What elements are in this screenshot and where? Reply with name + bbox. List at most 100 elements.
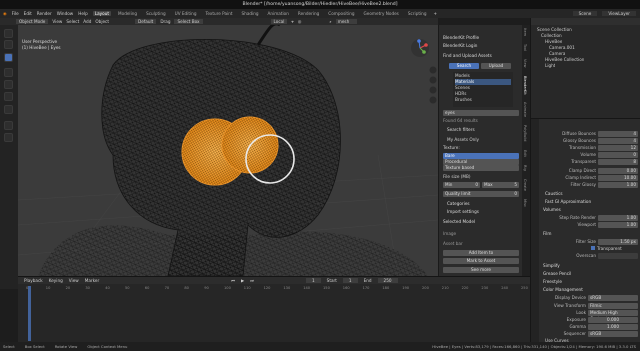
- viewlayer-selector[interactable]: ViewLayer: [602, 11, 636, 16]
- see-more-button[interactable]: See more: [443, 267, 519, 273]
- simplify-section[interactable]: Simplify: [543, 263, 560, 269]
- transparent-checkbox[interactable]: Transparent: [591, 246, 622, 252]
- jump-end-icon[interactable]: ⏭: [250, 278, 254, 283]
- clamp-indirect-field[interactable]: 10.00: [598, 175, 638, 181]
- tab-tool[interactable]: Tool: [523, 44, 527, 51]
- viewport-canvas[interactable]: User Perspective (1) HiveBee | Eyes: [18, 25, 438, 276]
- menu-window[interactable]: Window: [57, 11, 74, 16]
- volume-field[interactable]: 0: [598, 152, 638, 158]
- outliner-item-light[interactable]: Light: [545, 63, 555, 69]
- select-box-selector[interactable]: Select Box: [174, 19, 203, 24]
- annotate-tool-icon[interactable]: [4, 121, 13, 130]
- filter-glossy-field[interactable]: 1.00: [598, 182, 638, 188]
- grease-pencil-section[interactable]: Grease Pencil: [543, 271, 571, 277]
- tab-create[interactable]: Create: [523, 179, 527, 191]
- menu-file[interactable]: File: [12, 11, 19, 16]
- step-rate-render-field[interactable]: 1.00: [598, 215, 638, 221]
- pivot-selector[interactable]: Local: [270, 19, 288, 24]
- exposure-field[interactable]: 0.000: [588, 317, 638, 323]
- blender-logo-icon[interactable]: ◉: [3, 11, 7, 16]
- workspace-tab-rendering[interactable]: Rendering: [296, 11, 321, 16]
- search-filters-section[interactable]: Search filters: [447, 127, 475, 133]
- gamma-field[interactable]: 1.000: [588, 324, 638, 330]
- pan-view-icon[interactable]: [429, 76, 437, 84]
- clamp-direct-field[interactable]: 0.00: [598, 168, 638, 174]
- tab-misc[interactable]: Misc: [523, 199, 527, 207]
- jump-start-icon[interactable]: ⏮: [231, 278, 235, 283]
- add-workspace-button[interactable]: +: [434, 11, 438, 16]
- quality-limit-field[interactable]: Quality limit 0: [443, 191, 519, 197]
- timeline-menu-keying[interactable]: Keying: [49, 278, 63, 283]
- film-section[interactable]: Film: [543, 231, 552, 237]
- workspace-tab-texture-paint[interactable]: Texture Paint: [204, 11, 235, 16]
- workspace-tab-animation[interactable]: Animation: [266, 11, 291, 16]
- timeline-ruler[interactable]: 0102030405060708090100110120130140150160…: [26, 286, 528, 292]
- selected-model-section[interactable]: Selected Model: [443, 219, 475, 225]
- my-assets-checkbox[interactable]: My Assets Only: [447, 137, 517, 143]
- viewport-menu-view[interactable]: View: [52, 19, 62, 24]
- asset-search-input[interactable]: eyes: [443, 110, 519, 116]
- display-device-select[interactable]: sRGB: [588, 295, 638, 301]
- viewport-menu-object[interactable]: Object: [95, 19, 109, 24]
- current-frame-field[interactable]: 1: [305, 278, 321, 283]
- navigation-gizmo-icon[interactable]: [411, 39, 429, 57]
- mark-asset-button[interactable]: Mark to Asset: [443, 258, 519, 264]
- camera-view-icon[interactable]: [429, 86, 437, 94]
- categories-section[interactable]: Categories: [447, 201, 470, 207]
- end-frame-field[interactable]: 250: [377, 278, 398, 283]
- menu-help[interactable]: Help: [78, 11, 88, 16]
- workspace-tab-shading[interactable]: Shading: [240, 11, 261, 16]
- drag-tool[interactable]: Drag: [160, 19, 170, 24]
- move-tool-icon[interactable]: [4, 68, 13, 77]
- timeline-menu-marker[interactable]: Marker: [85, 278, 99, 283]
- timeline-menu-view[interactable]: View: [69, 278, 79, 283]
- asset-type-brushes[interactable]: Brushes: [455, 97, 511, 103]
- tab-animate[interactable]: Animate: [523, 102, 527, 117]
- blenderkit-profile-section[interactable]: BlenderKit Profile: [443, 35, 479, 41]
- workspace-tab-scripting[interactable]: Scripting: [406, 11, 429, 16]
- transparent-field[interactable]: 8: [598, 159, 638, 165]
- transmission-field[interactable]: 12: [598, 145, 638, 151]
- overscan-field[interactable]: [598, 253, 638, 259]
- scene-selector[interactable]: Scene: [572, 11, 598, 16]
- tab-edit[interactable]: Edit: [523, 150, 527, 157]
- color-management-section[interactable]: Color Management: [543, 287, 583, 293]
- cursor-tool-icon[interactable]: [4, 29, 13, 38]
- find-upload-section[interactable]: Find and Upload Assets: [443, 53, 492, 59]
- diffuse-bounces-field[interactable]: 4: [598, 131, 638, 137]
- zoom-view-icon[interactable]: [429, 66, 437, 74]
- search-tab[interactable]: Search: [449, 63, 479, 69]
- workspace-tab-uv-editing[interactable]: UV Editing: [173, 11, 199, 16]
- 3d-viewport[interactable]: User Perspective (1) HiveBee | Eyes: [18, 25, 438, 276]
- glossy-bounces-field[interactable]: 4: [598, 138, 638, 144]
- volumes-section[interactable]: Volumes: [543, 207, 561, 213]
- playhead[interactable]: [28, 286, 31, 341]
- upload-tab[interactable]: Upload: [481, 63, 511, 69]
- start-frame-field[interactable]: 1: [342, 278, 358, 283]
- transform-orientation[interactable]: Default: [135, 19, 157, 24]
- view-transform-select[interactable]: Filmic: [588, 303, 638, 309]
- add-item-button[interactable]: Add Item to: [443, 250, 519, 256]
- viewport-menu-add[interactable]: Add: [83, 19, 91, 24]
- file-size-checkbox[interactable]: File size (MB): [443, 174, 519, 180]
- ortho-toggle-icon[interactable]: [429, 96, 437, 104]
- tab-item[interactable]: Item: [523, 28, 527, 36]
- mode-selector[interactable]: Object Mode: [16, 19, 49, 24]
- tex-option-texture[interactable]: Texture based: [443, 165, 519, 171]
- snap-icon[interactable]: ⌖: [291, 19, 293, 24]
- import-settings-section[interactable]: Import settings: [447, 209, 479, 215]
- viewport-menu-select[interactable]: Select: [66, 19, 79, 24]
- menu-edit[interactable]: Edit: [24, 11, 32, 16]
- caustics-section[interactable]: Caustics: [545, 191, 563, 197]
- look-select[interactable]: Medium High Contrast: [588, 310, 638, 321]
- filter-size-field[interactable]: 1.50 px: [598, 239, 638, 245]
- fast-gi-section[interactable]: Fast GI Approximation: [545, 199, 591, 205]
- min-size-field[interactable]: Min 0: [443, 182, 480, 188]
- max-size-field[interactable]: Max 5: [482, 182, 519, 188]
- blenderkit-login-section[interactable]: BlenderKit Login: [443, 43, 477, 49]
- measure-tool-icon[interactable]: [4, 133, 13, 142]
- sequencer-select[interactable]: sRGB: [588, 331, 638, 337]
- scale-tool-icon[interactable]: [4, 92, 13, 101]
- transform-tool-icon[interactable]: [4, 105, 13, 114]
- timeline-menu-playback[interactable]: Playback: [24, 278, 43, 283]
